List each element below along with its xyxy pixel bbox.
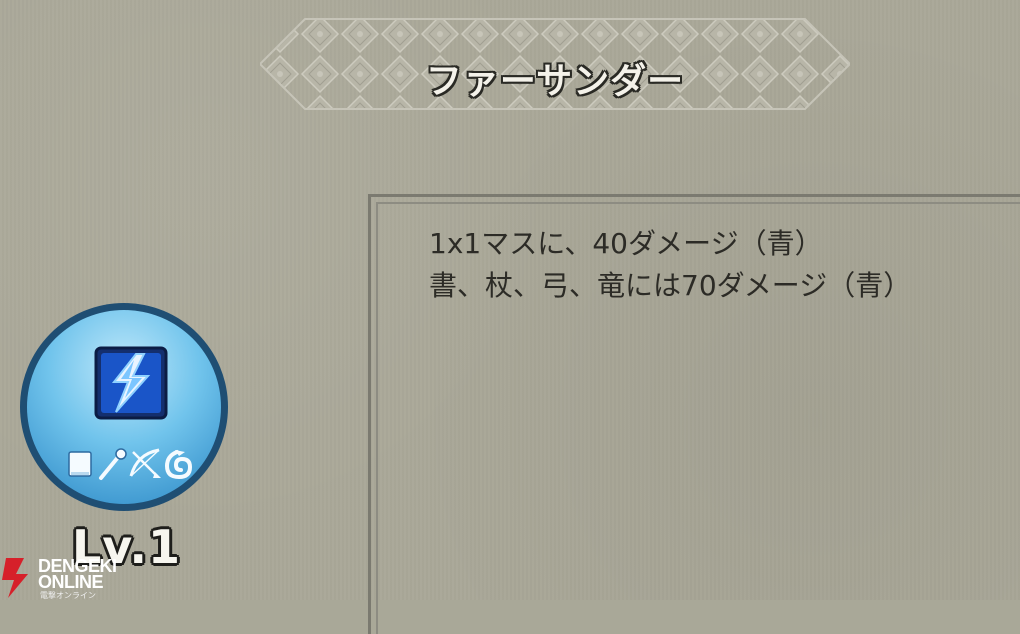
weapon-type-icons xyxy=(68,448,193,480)
watermark-line3: 電撃オンライン xyxy=(40,591,96,600)
skill-description: 1x1マスに、40ダメージ（青） 書、杖、弓、竜には70ダメージ（青） xyxy=(429,223,911,307)
description-line: 書、杖、弓、竜には70ダメージ（青） xyxy=(429,269,912,302)
skill-title: ファーサンダー xyxy=(425,61,685,102)
tome-icon xyxy=(68,451,92,477)
staff-icon xyxy=(99,448,127,480)
bolt-logo-icon xyxy=(2,558,28,598)
description-line: 1x1マスに、40ダメージ（青） xyxy=(429,227,823,260)
skill-badge[interactable] xyxy=(20,303,228,511)
skill-title-banner: ファーサンダー xyxy=(260,14,850,114)
dragon-icon xyxy=(164,450,193,480)
bow-icon xyxy=(129,448,161,478)
dengeki-online-watermark: DENGEKI ONLINE 電撃オンライン xyxy=(0,556,130,600)
lightning-bolt-icon xyxy=(94,346,168,420)
badge-face xyxy=(27,310,221,504)
description-panel: 1x1マスに、40ダメージ（青） 書、杖、弓、竜には70ダメージ（青） xyxy=(368,194,1020,634)
